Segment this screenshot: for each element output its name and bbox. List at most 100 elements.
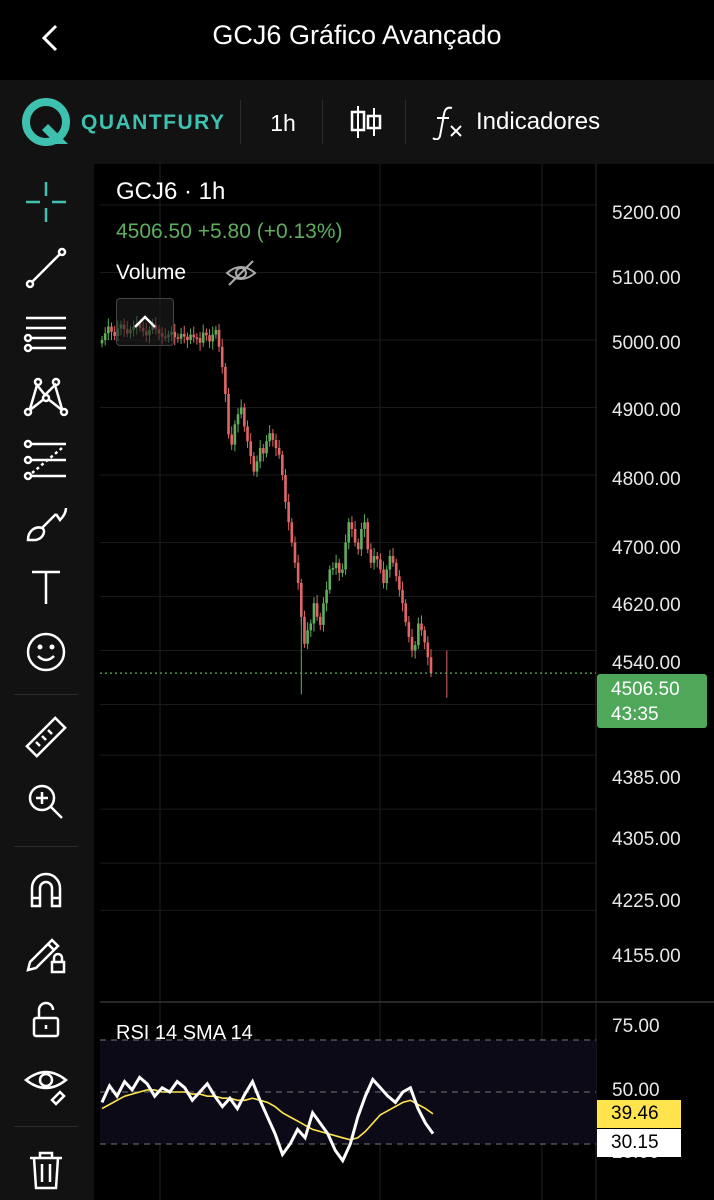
candle-body (328, 569, 332, 590)
candle-body (429, 657, 433, 674)
candle-body (211, 334, 215, 342)
chevron-up-icon (134, 315, 156, 328)
candle-body (410, 637, 414, 651)
candle-body (265, 441, 268, 454)
y-axis-label: 4620.00 (612, 595, 681, 616)
brush-icon[interactable] (22, 500, 70, 548)
divider (322, 100, 323, 144)
candle-body (423, 630, 426, 643)
candle-body (356, 542, 360, 550)
candle-body (224, 367, 227, 394)
divider (14, 846, 78, 847)
candle-body (255, 461, 259, 472)
y-axis-label: 5200.00 (612, 203, 681, 224)
y-axis-label: 5000.00 (612, 333, 681, 354)
candle-body (394, 562, 398, 577)
symbol-label: GCJ6 · 1h (116, 178, 226, 205)
function-icon[interactable] (430, 104, 466, 141)
candle-body (360, 529, 363, 550)
candle-body (385, 569, 389, 583)
candle-body (239, 407, 243, 415)
candle-body (369, 549, 373, 563)
zoom-in-icon[interactable] (22, 778, 70, 826)
y-axis-label: 4700.00 (612, 538, 681, 559)
candle-body (363, 522, 366, 529)
candle-body (401, 589, 404, 604)
candle-body (391, 556, 395, 563)
candle-body (198, 337, 202, 343)
candle-body (179, 333, 183, 339)
y-axis-label: 4385.00 (612, 768, 681, 789)
candle-body (201, 332, 205, 343)
y-axis-label: 4155.00 (612, 946, 681, 967)
candle-body (413, 645, 417, 651)
change-value: +5.80 (+0.13%) (197, 220, 343, 243)
candle-body (306, 630, 309, 644)
candle-body (214, 329, 218, 335)
trend-line-icon[interactable] (22, 244, 70, 292)
rsi-sma-value-tag: 39.46 (597, 1100, 681, 1128)
y-axis-label: 5100.00 (612, 268, 681, 289)
horizontal-lines-icon[interactable] (22, 308, 70, 356)
timeframe-button[interactable]: 1h (256, 106, 310, 140)
candle-body (271, 433, 275, 440)
pattern-icon[interactable] (22, 372, 70, 420)
candle-body (312, 603, 316, 624)
candle-body (182, 333, 186, 337)
crosshair-icon[interactable] (22, 178, 70, 226)
y-axis-label: 4900.00 (612, 400, 681, 421)
emoji-icon[interactable] (22, 628, 70, 676)
eye-off-icon[interactable] (224, 258, 258, 288)
candle-body (233, 424, 237, 445)
fib-retracement-icon[interactable] (22, 436, 70, 484)
y-axis-label: 4305.00 (612, 829, 681, 850)
rsi-axis-label: 50.00 (612, 1080, 660, 1101)
candle-body (382, 569, 385, 583)
candle-body (290, 522, 294, 543)
rsi-value-tag: 30.15 (597, 1129, 681, 1157)
divider (14, 1126, 78, 1127)
candle-body (107, 326, 110, 334)
candle-body (350, 522, 354, 529)
divider (240, 100, 241, 144)
candle-body (246, 426, 249, 442)
price-tag-value: 4506.50 (611, 679, 680, 700)
candle-body (192, 334, 196, 338)
indicators-button[interactable]: Indicadores (476, 108, 600, 136)
last-price-tag: 4506.50 43:35 (597, 674, 707, 728)
candle-body (277, 448, 281, 455)
candle-body (347, 522, 351, 543)
candle-body (372, 556, 376, 563)
collapse-button[interactable] (116, 298, 174, 346)
candle-body (375, 556, 379, 560)
candle-body (353, 529, 357, 543)
unlock-icon[interactable] (22, 996, 70, 1044)
candle-body (303, 616, 306, 644)
candle-body (110, 326, 113, 332)
trash-icon[interactable] (22, 1146, 70, 1194)
volume-label: Volume (116, 261, 187, 284)
candle-body (249, 441, 252, 457)
candle-body (331, 568, 335, 570)
candle-body (230, 434, 234, 445)
candle-body (315, 603, 319, 617)
eye-icon[interactable] (22, 1060, 70, 1108)
candle-body (296, 562, 300, 583)
candle-body (258, 448, 262, 462)
candle-body (407, 622, 411, 637)
chart-type-button[interactable] (346, 102, 386, 142)
last-price: 4506.50 (116, 220, 192, 243)
quantfury-logo (22, 98, 72, 146)
candle-body (309, 623, 313, 631)
candle-body (284, 475, 287, 502)
price-change-label: 4506.50 +5.80 (+0.13%) (116, 220, 343, 244)
candle-countdown: 43:35 (611, 704, 659, 725)
lock-drawing-icon[interactable] (22, 930, 70, 978)
candle-body (236, 414, 240, 425)
magnet-icon[interactable] (22, 866, 70, 914)
rsi-axis-label: 75.00 (612, 1016, 660, 1037)
text-icon[interactable] (22, 564, 70, 612)
ruler-icon[interactable] (22, 714, 70, 762)
candle-body (186, 336, 189, 340)
candle-body (243, 407, 246, 427)
